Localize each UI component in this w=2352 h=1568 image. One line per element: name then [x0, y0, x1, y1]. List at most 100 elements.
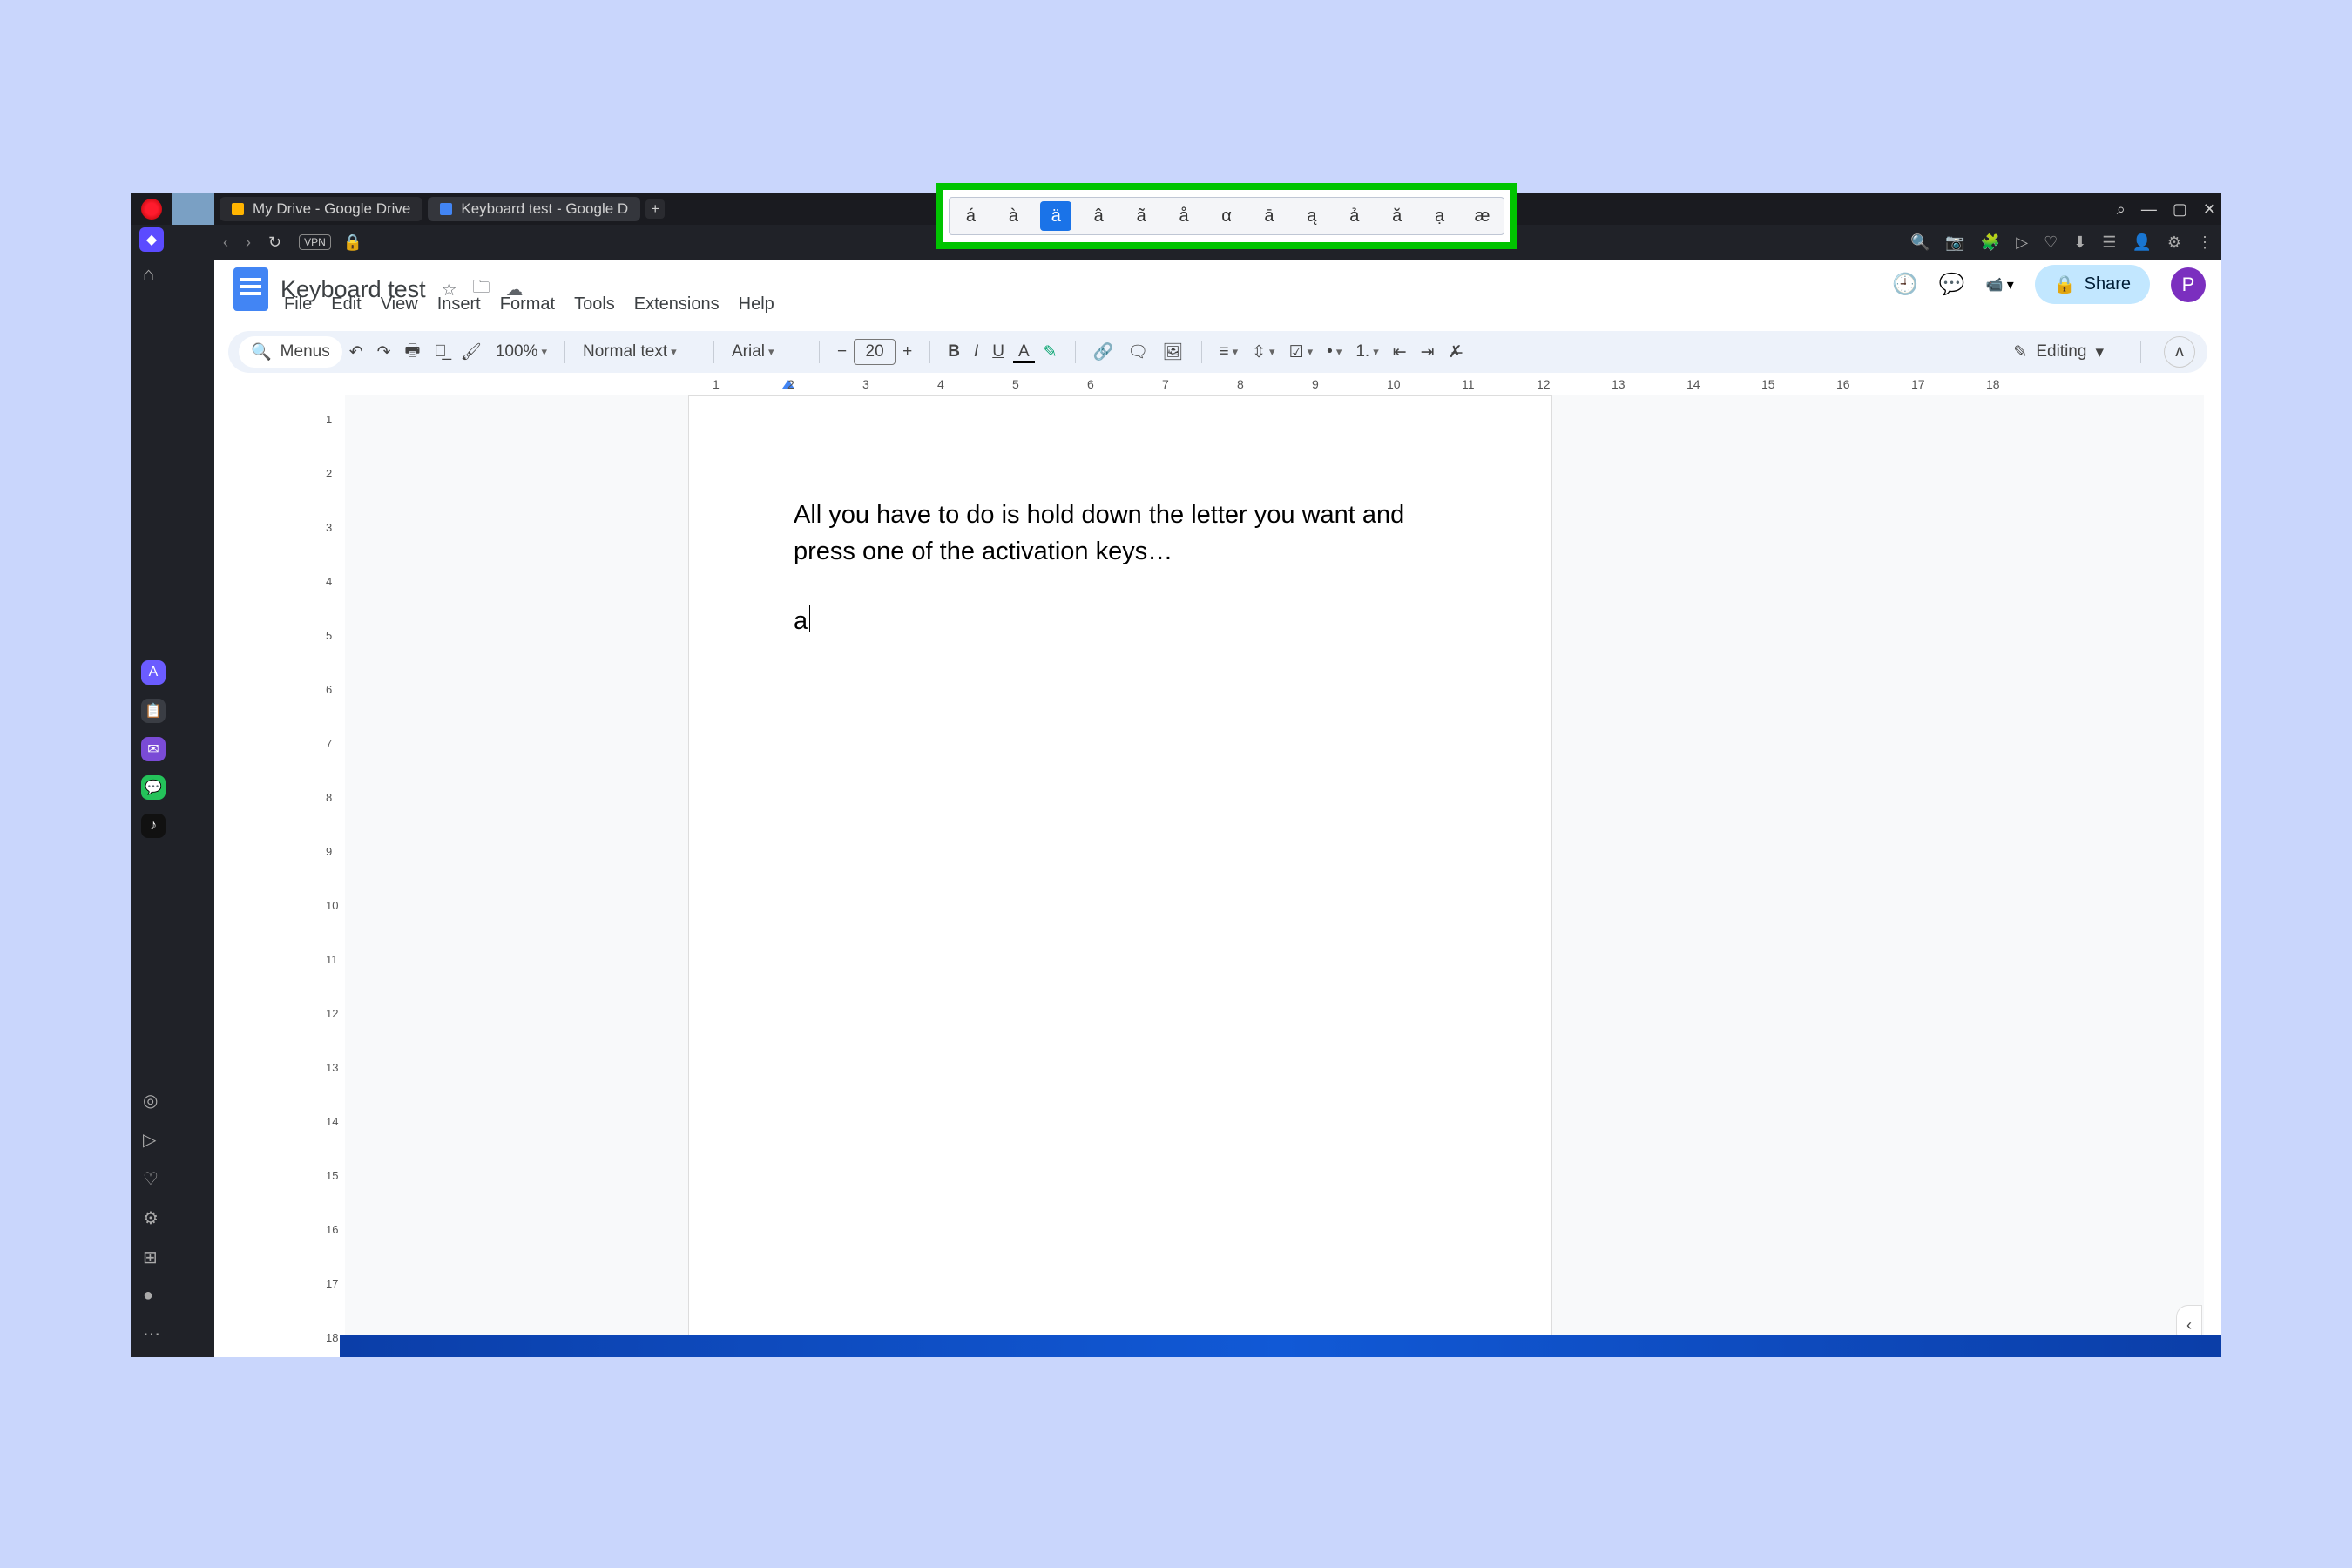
browser-tab-docs[interactable]: Keyboard test - Google D — [428, 197, 640, 221]
tab-search-icon[interactable]: ⌕ — [2117, 200, 2126, 219]
accent-option-ą[interactable]: ą — [1296, 201, 1328, 231]
increase-font-button[interactable]: + — [896, 342, 919, 362]
overflow-icon[interactable]: ⋮ — [2197, 233, 2213, 252]
docs-toolbar: 🔍 Menus ↶ ↷ 🖶 Ａ̲ 🖌 100% Normal text Aria… — [228, 331, 2207, 373]
share-button[interactable]: 🔒 Share — [2035, 265, 2150, 304]
forward-button[interactable]: › — [237, 233, 260, 252]
settings-gear-icon[interactable]: ⚙ — [2167, 233, 2181, 252]
align-dropdown[interactable]: ≡ — [1213, 342, 1246, 362]
italic-button[interactable]: I — [967, 342, 985, 362]
decrease-indent-button[interactable]: ⇤ — [1386, 342, 1414, 362]
open-comments-icon[interactable]: 💬 — [1939, 272, 1965, 297]
menu-insert[interactable]: Insert — [437, 294, 481, 314]
close-window-button[interactable]: ✕ — [2203, 200, 2216, 219]
increase-indent-button[interactable]: ⇥ — [1414, 342, 1442, 362]
vpn-badge[interactable]: VPN — [299, 234, 331, 250]
vertical-ruler[interactable]: 123456789101112131415161718 — [324, 395, 343, 1357]
accent-option-æ[interactable]: æ — [1467, 201, 1498, 231]
editing-mode-dropdown[interactable]: ✎ Editing ▾ — [1999, 342, 2118, 362]
text-color-button[interactable]: A — [1011, 342, 1037, 362]
menu-view[interactable]: View — [381, 294, 418, 314]
underline-button[interactable]: U — [985, 342, 1011, 362]
menu-tools[interactable]: Tools — [574, 294, 615, 314]
profile-icon[interactable]: 👤 — [2132, 233, 2151, 252]
sidebar-settings-icon[interactable]: ⚙ — [143, 1207, 160, 1229]
back-button[interactable]: ‹ — [214, 233, 237, 252]
insert-image-button[interactable]: 🖼 — [1155, 341, 1190, 362]
highlight-button[interactable]: ✎ — [1037, 342, 1064, 362]
search-menus-button[interactable]: 🔍 Menus — [239, 336, 342, 368]
menu-file[interactable]: File — [284, 294, 312, 314]
lock-icon[interactable]: 🔒 — [343, 233, 362, 252]
accent-option-ạ[interactable]: ạ — [1424, 201, 1456, 231]
undo-button[interactable]: ↶ — [342, 342, 370, 362]
checklist-dropdown[interactable]: ☑ — [1282, 342, 1321, 362]
opera-menu-button[interactable] — [131, 193, 172, 225]
sidebar-dot-icon[interactable]: ● — [143, 1286, 160, 1306]
snapshot-icon[interactable]: 📷 — [1945, 233, 1964, 252]
accent-option-ä[interactable]: ä — [1040, 201, 1071, 231]
line-spacing-dropdown[interactable]: ⇳ — [1245, 342, 1281, 362]
downloads-icon[interactable]: ⬇ — [2073, 233, 2086, 252]
hide-menus-button[interactable]: ʌ — [2164, 336, 2195, 368]
document-body[interactable]: All you have to do is hold down the lett… — [794, 497, 1447, 639]
sidebar-features-icon[interactable]: ⊞ — [143, 1247, 160, 1268]
paint-format-button[interactable]: 🖌 — [454, 341, 489, 362]
accent-option-ã[interactable]: ã — [1125, 201, 1157, 231]
clear-formatting-button[interactable]: ✗̶ — [1442, 342, 1470, 362]
sidebar-player-icon[interactable]: ▷ — [143, 1129, 160, 1151]
accent-option-å[interactable]: å — [1168, 201, 1200, 231]
reload-button[interactable]: ↻ — [260, 233, 290, 252]
paragraph-style-dropdown[interactable]: Normal text — [576, 342, 703, 362]
menu-extensions[interactable]: Extensions — [634, 294, 720, 314]
font-dropdown[interactable]: Arial — [725, 342, 808, 362]
speed-dial-icon[interactable]: ⌂ — [143, 263, 154, 286]
sidebar-app-tiktok[interactable]: ♪ — [141, 814, 166, 838]
menu-format[interactable]: Format — [500, 294, 555, 314]
numbered-list-dropdown[interactable]: 1. — [1348, 342, 1385, 362]
font-size-input[interactable]: 20 — [854, 339, 896, 365]
accent-option-à[interactable]: à — [997, 201, 1029, 231]
print-button[interactable]: 🖶 — [398, 338, 428, 366]
workspace-button[interactable]: ◆ — [139, 227, 164, 252]
account-avatar[interactable]: P — [2171, 267, 2206, 302]
sidebar-more-icon[interactable]: ⋯ — [143, 1323, 160, 1345]
accent-option-α[interactable]: α — [1211, 201, 1242, 231]
decrease-font-button[interactable]: − — [830, 342, 854, 362]
horizontal-ruler[interactable]: 123456789101112131415161718 — [338, 375, 2204, 394]
easy-setup-icon[interactable]: ☰ — [2102, 233, 2116, 252]
player-icon[interactable]: ▷ — [2016, 233, 2028, 252]
insert-link-button[interactable]: 🔗 — [1086, 341, 1121, 362]
document-page[interactable]: All you have to do is hold down the lett… — [688, 395, 1552, 1357]
accent-option-á[interactable]: á — [955, 201, 986, 231]
maximize-button[interactable]: ▢ — [2173, 200, 2187, 219]
sidebar-app-clipboard[interactable]: 📋 — [141, 699, 166, 723]
sidebar-app-whatsapp[interactable]: 💬 — [141, 775, 166, 800]
sidebar-history-icon[interactable]: ◎ — [143, 1090, 160, 1112]
sidebar-app-messenger[interactable]: ✉ — [141, 737, 166, 761]
sidebar-search-icon[interactable]: 🔍 — [1910, 233, 1930, 252]
accent-option-ả[interactable]: ả — [1339, 201, 1370, 231]
browser-tab-drive[interactable]: My Drive - Google Drive — [220, 197, 422, 221]
new-tab-button[interactable]: + — [645, 199, 665, 219]
extensions-icon[interactable]: 🧩 — [1981, 233, 2000, 252]
accent-option-â[interactable]: â — [1083, 201, 1114, 231]
spellcheck-button[interactable]: Ａ̲ — [427, 342, 453, 362]
meet-button[interactable]: 📹 ▾ — [1986, 276, 2014, 294]
minimize-button[interactable]: — — [2141, 200, 2157, 219]
menu-edit[interactable]: Edit — [331, 294, 361, 314]
last-edit-icon[interactable]: 🕘 — [1892, 272, 1918, 297]
bulleted-list-dropdown[interactable]: • — [1320, 342, 1348, 362]
redo-button[interactable]: ↷ — [370, 342, 398, 362]
docs-logo-icon[interactable] — [233, 267, 268, 311]
ruler-tick: 15 — [1761, 377, 1775, 391]
heart-icon[interactable]: ♡ — [2044, 233, 2058, 252]
bold-button[interactable]: B — [941, 342, 967, 362]
sidebar-pinboards-icon[interactable]: ♡ — [143, 1168, 160, 1190]
menu-help[interactable]: Help — [739, 294, 774, 314]
sidebar-app-aria[interactable]: A — [141, 660, 166, 685]
accent-option-ā[interactable]: ā — [1254, 201, 1285, 231]
accent-option-ă[interactable]: ă — [1382, 201, 1413, 231]
zoom-dropdown[interactable]: 100% — [489, 342, 554, 362]
add-comment-button[interactable]: 🗨 — [1120, 341, 1155, 362]
